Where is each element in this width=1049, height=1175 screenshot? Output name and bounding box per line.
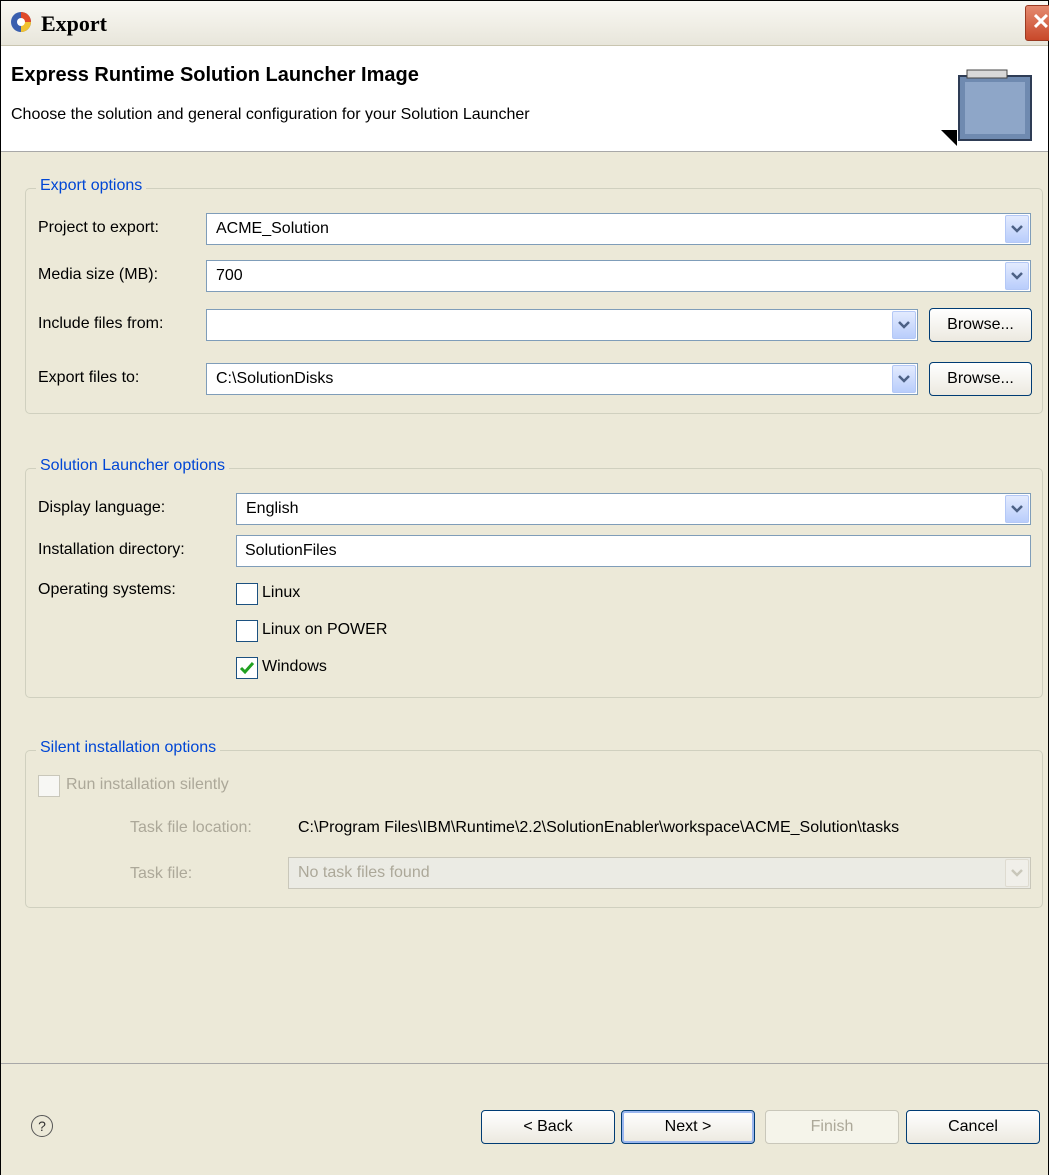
display-language-dropdown-button[interactable] xyxy=(1005,495,1029,523)
export-options-group: Export options Project to export: ACME_S… xyxy=(25,177,1043,414)
back-button[interactable]: < Back xyxy=(481,1110,615,1144)
launcher-options-group: Solution Launcher options Display langua… xyxy=(25,457,1043,698)
silent-options-group: Silent installation options Run installa… xyxy=(25,739,1043,908)
project-label: Project to export: xyxy=(38,219,159,236)
chevron-down-icon xyxy=(1011,869,1023,877)
next-button[interactable]: Next > xyxy=(621,1110,755,1144)
include-files-dropdown-button[interactable] xyxy=(892,311,916,339)
project-combo[interactable]: ACME_Solution xyxy=(206,213,1031,245)
page-description: Choose the solution and general configur… xyxy=(11,106,530,123)
window-title: Export xyxy=(41,11,107,36)
chevron-down-icon xyxy=(1011,505,1023,513)
checkmark-icon xyxy=(239,662,255,675)
media-size-dropdown-button[interactable] xyxy=(1005,262,1029,290)
cancel-button[interactable]: Cancel xyxy=(906,1110,1040,1144)
linux-checkbox[interactable] xyxy=(236,583,258,605)
help-icon[interactable]: ? xyxy=(31,1115,53,1137)
chevron-down-icon xyxy=(1011,225,1023,233)
task-file-label: Task file: xyxy=(130,865,193,882)
run-silently-checkbox[interactable] xyxy=(38,775,60,797)
launcher-options-legend: Solution Launcher options xyxy=(36,457,230,475)
install-dir-label: Installation directory: xyxy=(38,541,185,558)
export-to-label: Export files to: xyxy=(38,369,140,386)
display-language-label: Display language: xyxy=(38,499,166,516)
wizard-body: Export options Project to export: ACME_S… xyxy=(1,152,1048,1062)
include-browse-button[interactable]: Browse... xyxy=(929,308,1032,342)
chevron-down-icon xyxy=(898,321,910,329)
linux-power-checkbox[interactable] xyxy=(236,620,258,642)
os-label: Operating systems: xyxy=(38,581,176,598)
task-file-value: No task files found xyxy=(298,864,430,881)
chevron-down-icon xyxy=(898,375,910,383)
wizard-footer: ? < Back Next > Finish Cancel xyxy=(1,1063,1048,1175)
close-button[interactable]: ✕ xyxy=(1025,5,1049,41)
project-dropdown-button[interactable] xyxy=(1005,215,1029,243)
install-dir-input[interactable] xyxy=(236,535,1031,567)
export-to-value: C:\SolutionDisks xyxy=(216,370,334,387)
linux-power-label: Linux on POWER xyxy=(262,621,388,638)
export-to-dropdown-button[interactable] xyxy=(892,365,916,393)
project-value: ACME_Solution xyxy=(216,220,329,237)
finish-button[interactable]: Finish xyxy=(765,1110,899,1144)
export-wizard-icon xyxy=(941,69,1032,146)
windows-checkbox[interactable] xyxy=(236,657,258,679)
wizard-header: Express Runtime Solution Launcher Image … xyxy=(1,46,1048,152)
windows-label: Windows xyxy=(262,658,327,675)
media-size-combo[interactable]: 700 xyxy=(206,260,1031,292)
silent-options-legend: Silent installation options xyxy=(36,739,221,757)
task-file-dropdown-button[interactable] xyxy=(1005,859,1029,887)
include-files-combo[interactable] xyxy=(206,309,918,341)
export-dialog: Export ✕ Express Runtime Solution Launch… xyxy=(0,0,1049,1175)
task-location-value: C:\Program Files\IBM\Runtime\2.2\Solutio… xyxy=(298,819,900,836)
eclipse-icon xyxy=(11,12,31,32)
task-location-label: Task file location: xyxy=(130,819,252,836)
media-size-value: 700 xyxy=(216,267,243,284)
linux-label: Linux xyxy=(262,584,301,601)
display-language-combo[interactable]: English xyxy=(236,493,1031,525)
run-silently-label: Run installation silently xyxy=(66,776,229,793)
include-files-label: Include files from: xyxy=(38,315,164,332)
chevron-down-icon xyxy=(1011,272,1023,280)
export-options-legend: Export options xyxy=(36,177,147,195)
export-to-combo[interactable]: C:\SolutionDisks xyxy=(206,363,918,395)
display-language-value: English xyxy=(246,500,299,517)
close-icon: ✕ xyxy=(1031,9,1049,34)
export-to-browse-button[interactable]: Browse... xyxy=(929,362,1032,396)
title-bar: Export ✕ xyxy=(1,1,1049,46)
page-title: Express Runtime Solution Launcher Image xyxy=(11,64,419,86)
task-file-combo[interactable]: No task files found xyxy=(288,857,1031,889)
media-size-label: Media size (MB): xyxy=(38,266,159,283)
